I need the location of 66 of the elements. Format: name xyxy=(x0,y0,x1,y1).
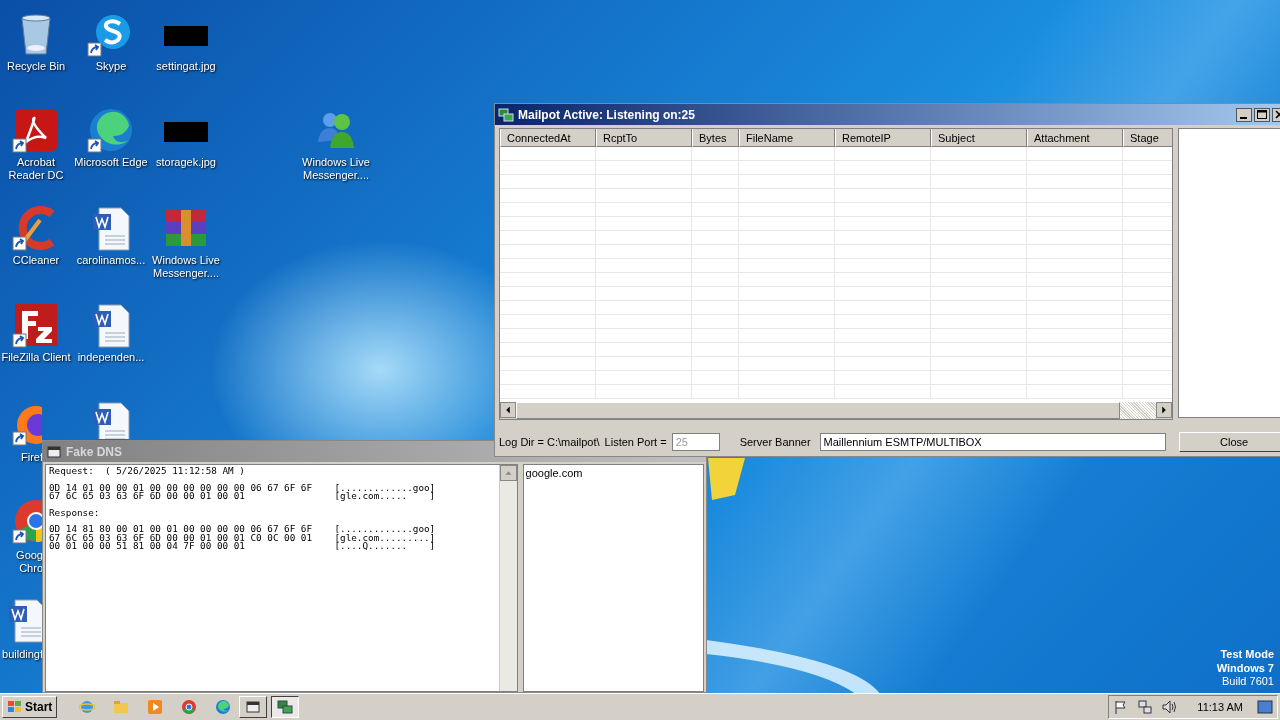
log-line: 0D 14 01 00 00 01 00 00 00 00 00 00 06 67 6F 6F [.............goo] xyxy=(49,483,437,492)
clock[interactable]: 11:13 AM xyxy=(1197,701,1243,713)
icon-label: FileZilla Client xyxy=(1,351,71,364)
log-line: 67 6C 65 03 63 6F 6D 00 00 01 00 01 [gle.com..... ] xyxy=(49,492,437,501)
window-title: Mailpot Active: Listening on:25 xyxy=(518,107,695,122)
icon-label: Firef xyxy=(20,451,43,464)
column-header[interactable]: RemoteIP xyxy=(835,129,931,147)
window-app-icon xyxy=(46,443,62,460)
window-title: Fake DNS xyxy=(66,444,123,459)
network-computers-icon xyxy=(498,106,514,123)
icon-label: Skype xyxy=(95,60,127,73)
icon-label: buildingf xyxy=(1,648,43,661)
icon-label: independen... xyxy=(77,351,145,364)
show-desktop-icon[interactable] xyxy=(1257,699,1273,715)
domain-list[interactable]: google.com xyxy=(522,464,704,692)
scroll-left-icon[interactable] xyxy=(500,402,516,418)
icon-label: Goog Chro xyxy=(15,549,43,575)
icon-label: settingat.jpg xyxy=(156,60,216,73)
media-player-icon xyxy=(147,699,164,715)
windows-logo-icon xyxy=(7,699,23,715)
log-text-area[interactable] xyxy=(45,464,518,692)
log-line: Request: ( 5/26/2025 11:12:58 AM ) xyxy=(49,467,246,476)
system-notice: Test Mode xyxy=(1219,648,1274,662)
icon-label: Acrobat Reader DC xyxy=(8,156,64,182)
log-line: 00 01 00 00 51 81 00 04 7F 00 00 01 [....Q....... ] xyxy=(49,542,437,551)
log-line: 0D 14 81 80 00 01 00 01 00 00 00 00 06 67 6F 6F [.............goo] xyxy=(49,525,437,534)
volume-icon[interactable] xyxy=(1161,699,1178,715)
title-bar[interactable]: Mailpot Active: Listening on:25 xyxy=(495,104,1280,125)
filezilla-icon[interactable] xyxy=(12,301,60,349)
edge-icon[interactable] xyxy=(87,106,135,154)
window-app-icon xyxy=(245,699,262,715)
folder-icon xyxy=(113,699,130,715)
list-view[interactable]: ConnectedAt RcptTo Bytes FileName RemoteIP Subject Attachment Stage xyxy=(499,128,1173,420)
log-line: 67 6C 65 03 63 6F 6D 00 00 01 00 01 C0 0C 00 01 [gle.com.........] xyxy=(49,533,437,542)
server-banner-label: Server Banner xyxy=(739,436,811,448)
network-computers-icon xyxy=(277,699,294,715)
vertical-scrollbar[interactable] xyxy=(498,465,517,691)
network-icon[interactable] xyxy=(1137,699,1154,715)
system-notice: Windows 7 xyxy=(1216,661,1274,675)
edge-icon xyxy=(215,699,232,715)
window-button[interactable] xyxy=(271,696,300,718)
chrome-icon xyxy=(181,699,198,715)
column-header[interactable]: ConnectedAt xyxy=(500,129,596,147)
column-header[interactable]: Attachment xyxy=(1027,129,1123,147)
system-notice: Build 7601 xyxy=(1221,675,1274,689)
domain-item[interactable]: google.com xyxy=(525,467,701,479)
icon-label: Windows Live Messenger.... xyxy=(302,156,370,182)
browser-icon xyxy=(79,699,96,715)
start-button[interactable]: Start xyxy=(2,696,58,718)
icon-label: storagek.jpg xyxy=(156,156,216,169)
icon-label: Recycle Bin xyxy=(6,60,66,73)
column-header[interactable]: FileName xyxy=(739,129,835,147)
log-line: Response: xyxy=(49,508,101,517)
acrobat-icon[interactable] xyxy=(12,106,60,154)
column-header[interactable]: Stage xyxy=(1123,129,1172,147)
column-header[interactable]: RcptTo xyxy=(596,129,692,147)
icon-label: Microsoft Edge xyxy=(74,156,148,169)
column-header[interactable]: Subject xyxy=(931,129,1027,147)
icon-label: carolinamos... xyxy=(76,254,146,267)
close-button[interactable]: Close xyxy=(1179,432,1280,452)
minimize-icon[interactable] xyxy=(1236,107,1252,122)
maximize-icon[interactable] xyxy=(1254,107,1270,122)
icon-label: CCleaner xyxy=(12,254,60,267)
server-banner-field[interactable]: Maillennium ESMTP/MULTIBOX xyxy=(819,433,1167,451)
column-header[interactable]: Bytes xyxy=(692,129,739,147)
icon-label: Windows Live Messenger.... xyxy=(152,254,220,280)
